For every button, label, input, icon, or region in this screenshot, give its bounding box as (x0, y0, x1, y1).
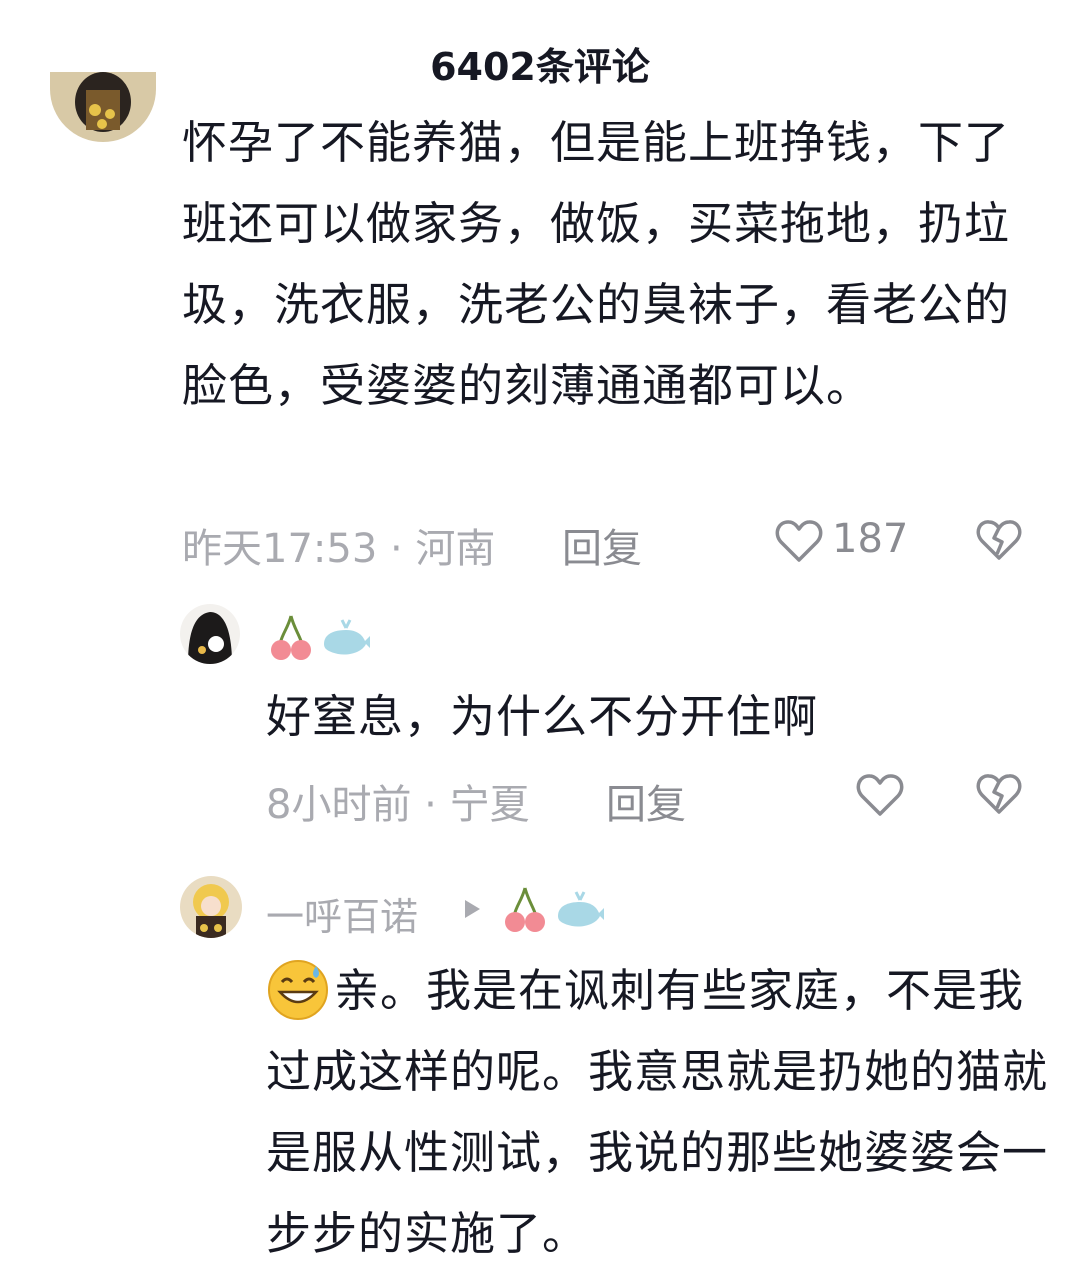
play-arrow-icon (462, 898, 482, 920)
username[interactable]: 一呼百诺 (266, 886, 418, 941)
broken-heart-icon[interactable] (976, 518, 1022, 562)
whale-emoji (320, 614, 372, 660)
broken-heart-icon[interactable] (976, 772, 1022, 816)
reply-meta: 8小时前 · 宁夏 (266, 782, 530, 828)
comment-meta: 昨天17:53 · 河南 (182, 526, 496, 572)
heart-outline-icon[interactable] (856, 772, 904, 818)
comment-count-title: 6402条评论 (430, 45, 650, 89)
reply-button[interactable]: 回复 (562, 516, 642, 574)
like-count: 187 (832, 516, 909, 562)
reply-button[interactable]: 回复 (606, 772, 686, 830)
reply-text: 好窒息，为什么不分开住啊 (266, 690, 819, 743)
avatar[interactable] (180, 604, 240, 664)
reply-text: 亲。我是在讽刺有些家庭，不是我过成这样的呢。我意思就是扔她的猫就是服从性测试，我… (266, 964, 1049, 1260)
comment-text: 怀孕了不能养猫，但是能上班挣钱，下了班还可以做家务，做饭，买菜拖地，扔垃圾，洗衣… (182, 116, 1011, 412)
heart-outline-icon[interactable] (775, 518, 823, 564)
whale-emoji (554, 886, 606, 932)
cherry-emoji (504, 884, 546, 936)
cherry-emoji (270, 612, 312, 664)
avatar[interactable] (50, 72, 156, 142)
avatar[interactable] (180, 876, 242, 938)
